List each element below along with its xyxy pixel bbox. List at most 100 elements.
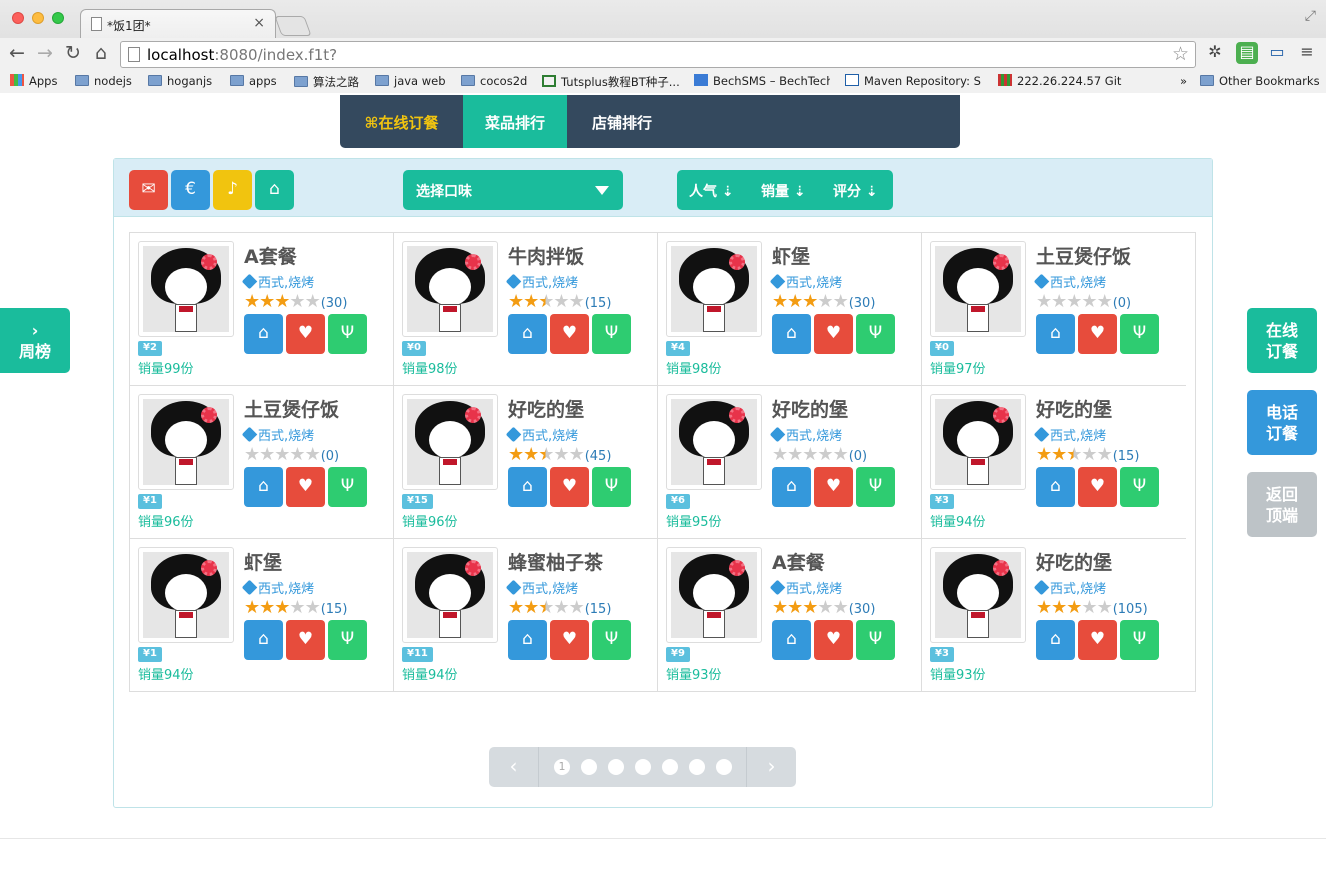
shop-button[interactable]: ⌂ [244, 467, 283, 507]
reload-icon[interactable]: ↻ [61, 42, 85, 64]
dish-card[interactable]: ¥0 销量98份 牛肉拌饭 西式,烧烤 ★★★★★(15) ⌂ ♥ Ψ [394, 233, 658, 386]
page-dot[interactable] [581, 759, 597, 775]
dish-tags[interactable]: 西式,烧烤 [769, 578, 842, 597]
dish-tags[interactable]: 西式,烧烤 [769, 272, 842, 291]
dish-name[interactable]: 好吃的堡 [1036, 548, 1112, 575]
bookmark-folder[interactable]: 算法之路 [294, 74, 359, 90]
order-button[interactable]: Ψ [1120, 314, 1159, 354]
sort-rating-button[interactable]: 评分 ⇣ [833, 181, 878, 201]
dish-name[interactable]: 虾堡 [244, 548, 282, 575]
page-dot[interactable] [716, 759, 732, 775]
dish-name[interactable]: 好吃的堡 [1036, 395, 1112, 422]
dish-card[interactable]: ¥0 销量97份 土豆煲仔饭 西式,烧烤 ★★★★★(0) ⌂ ♥ Ψ [922, 233, 1186, 386]
dish-name[interactable]: 好吃的堡 [772, 395, 848, 422]
order-button[interactable]: Ψ [592, 314, 631, 354]
bookmark-folder[interactable]: java web [375, 74, 446, 88]
extension-icon[interactable]: ▭ [1266, 42, 1288, 64]
dish-tags[interactable]: 西式,烧烤 [769, 425, 842, 444]
online-order-button[interactable]: 在线 订餐 [1247, 308, 1317, 373]
favorite-button[interactable]: ♥ [550, 620, 589, 660]
dish-card[interactable]: ¥6 销量95份 好吃的堡 西式,烧烤 ★★★★★(0) ⌂ ♥ Ψ [658, 386, 922, 539]
order-button[interactable]: Ψ [1120, 467, 1159, 507]
shop-button[interactable]: ⌂ [772, 314, 811, 354]
order-button[interactable]: Ψ [328, 314, 367, 354]
fullscreen-icon[interactable]: ⤢ [1305, 8, 1316, 24]
home-button[interactable]: ⌂ [255, 170, 294, 210]
new-tab-button[interactable] [274, 16, 312, 36]
page-dot[interactable] [635, 759, 651, 775]
dish-card[interactable]: ¥3 销量93份 好吃的堡 西式,烧烤 ★★★★★(105) ⌂ ♥ Ψ [922, 539, 1186, 692]
favorite-button[interactable]: ♥ [1078, 314, 1117, 354]
shop-button[interactable]: ⌂ [244, 314, 283, 354]
extension-bug-icon[interactable]: ✲ [1204, 42, 1226, 64]
page-dot-current[interactable]: 1 [554, 759, 570, 775]
dish-tags[interactable]: 西式,烧烤 [241, 578, 314, 597]
dish-card[interactable]: ¥1 销量96份 土豆煲仔饭 西式,烧烤 ★★★★★(0) ⌂ ♥ Ψ [130, 386, 394, 539]
dish-image[interactable] [666, 394, 762, 490]
dish-name[interactable]: 蜂蜜柚子茶 [508, 548, 603, 575]
page-dot[interactable] [608, 759, 624, 775]
dish-image[interactable] [930, 394, 1026, 490]
menu-icon[interactable]: ≡ [1296, 42, 1318, 64]
order-button[interactable]: Ψ [856, 314, 895, 354]
favorite-button[interactable]: ♥ [286, 314, 325, 354]
dish-image[interactable] [930, 241, 1026, 337]
dish-card[interactable]: ¥3 销量94份 好吃的堡 西式,烧烤 ★★★★★(15) ⌂ ♥ Ψ [922, 386, 1186, 539]
dish-card[interactable]: ¥15 销量96份 好吃的堡 西式,烧烤 ★★★★★(45) ⌂ ♥ Ψ [394, 386, 658, 539]
order-button[interactable]: Ψ [592, 467, 631, 507]
browser-tab[interactable]: *饭1团* × [80, 9, 276, 39]
maximize-window-button[interactable] [52, 12, 64, 24]
tab-close-icon[interactable]: × [253, 15, 265, 31]
order-button[interactable]: Ψ [1120, 620, 1159, 660]
dish-tags[interactable]: 西式,烧烤 [1033, 272, 1106, 291]
gift-button[interactable]: ✉ [129, 170, 168, 210]
sort-popularity-button[interactable]: 人气 ⇣ [689, 181, 734, 201]
order-button[interactable]: Ψ [592, 620, 631, 660]
dish-card[interactable]: ¥1 销量94份 虾堡 西式,烧烤 ★★★★★(15) ⌂ ♥ Ψ [130, 539, 394, 692]
bookmark-link[interactable]: Maven Repository: Se [845, 74, 981, 88]
bookmark-link[interactable]: 222.26.224.57 Git [998, 74, 1121, 88]
dish-image[interactable] [930, 547, 1026, 643]
favorite-button[interactable]: ♥ [286, 620, 325, 660]
dish-image[interactable] [402, 547, 498, 643]
favorite-button[interactable]: ♥ [814, 467, 853, 507]
dish-image[interactable] [138, 241, 234, 337]
dish-tags[interactable]: 西式,烧烤 [1033, 425, 1106, 444]
bookmark-link[interactable]: Tutsplus教程BT种子... [542, 74, 680, 90]
dish-card[interactable]: ¥4 销量98份 虾堡 西式,烧烤 ★★★★★(30) ⌂ ♥ Ψ [658, 233, 922, 386]
shop-button[interactable]: ⌂ [244, 620, 283, 660]
dish-image[interactable] [138, 394, 234, 490]
dish-card[interactable]: ¥2 销量99份 A套餐 西式,烧烤 ★★★★★(30) ⌂ ♥ Ψ [130, 233, 394, 386]
dish-image[interactable] [402, 394, 498, 490]
dish-name[interactable]: A套餐 [772, 548, 825, 575]
dish-name[interactable]: 土豆煲仔饭 [1036, 242, 1131, 269]
shop-button[interactable]: ⌂ [1036, 467, 1075, 507]
bookmark-folder[interactable]: hoganjs [148, 74, 212, 88]
taste-select[interactable]: 选择口味 [403, 170, 623, 210]
order-button[interactable]: Ψ [856, 467, 895, 507]
bookmark-star-icon[interactable]: ☆ [1172, 43, 1189, 65]
shop-button[interactable]: ⌂ [772, 467, 811, 507]
order-button[interactable]: Ψ [856, 620, 895, 660]
shop-button[interactable]: ⌂ [1036, 620, 1075, 660]
dish-name[interactable]: A套餐 [244, 242, 297, 269]
dish-tags[interactable]: 西式,烧烤 [505, 578, 578, 597]
close-window-button[interactable] [12, 12, 24, 24]
sort-sales-button[interactable]: 销量 ⇣ [761, 181, 806, 201]
nav-shop-rank[interactable]: 店铺排行 [567, 95, 677, 148]
favorite-button[interactable]: ♥ [814, 314, 853, 354]
favorite-button[interactable]: ♥ [286, 467, 325, 507]
bell-button[interactable]: ♪ [213, 170, 252, 210]
bookmarks-overflow[interactable]: » [1180, 74, 1187, 88]
shop-button[interactable]: ⌂ [1036, 314, 1075, 354]
dish-tags[interactable]: 西式,烧烤 [505, 272, 578, 291]
favorite-button[interactable]: ♥ [1078, 467, 1117, 507]
bookmark-folder[interactable]: cocos2d [461, 74, 527, 88]
dish-image[interactable] [666, 547, 762, 643]
euro-button[interactable]: € [171, 170, 210, 210]
shop-button[interactable]: ⌂ [508, 620, 547, 660]
nav-dish-rank[interactable]: 菜品排行 [463, 95, 567, 148]
shop-button[interactable]: ⌂ [508, 314, 547, 354]
dish-card[interactable]: ¥9 销量93份 A套餐 西式,烧烤 ★★★★★(30) ⌂ ♥ Ψ [658, 539, 922, 692]
extension-printer-icon[interactable]: ▤ [1236, 42, 1258, 64]
